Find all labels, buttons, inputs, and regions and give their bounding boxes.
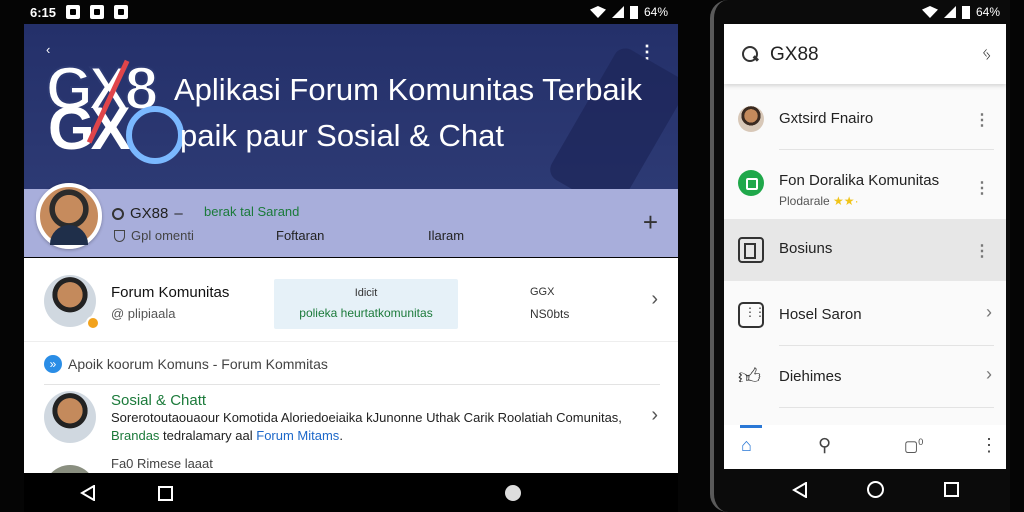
banner-title: Aplikasi Forum Komunitas Terbaik [174,72,643,107]
list-item-diehimes[interactable]: 👍︎ Diehimes › [724,346,1006,408]
forum-stat-2: NS0bts [530,307,570,321]
forum-handle: @ plipiaala [111,306,176,321]
rating-stars: ★★· [833,194,859,208]
battery-icon [961,5,970,19]
gx-icon [112,207,124,220]
home-icon[interactable]: ⌂ [741,435,752,456]
download-icon [90,5,105,19]
thumbs-up-icon: 👍︎ [738,364,761,389]
screenshot-stage: 6:15 64% ‹ ⋮ GX8 GX Aplikasi Forum Komun… [0,0,1024,512]
chevron-right-icon[interactable]: › [651,288,658,311]
tab-foftaran[interactable]: Foftaran [276,228,324,243]
forum-row[interactable]: Forum Komunitas @ plipiaala Idicit polie… [24,258,678,342]
system-nav-right [724,469,1006,512]
nav-home-icon[interactable] [505,485,521,501]
shield-icon [114,229,125,242]
chevron-right-icon[interactable]: › [986,364,992,385]
profile-name: GX88 [130,205,169,222]
nav-recents-icon[interactable] [944,482,959,497]
profile-badge: berak tal Sarand [204,204,300,219]
search-input[interactable]: GX88 [770,44,819,66]
system-nav-left [24,473,678,512]
list-item-hosel[interactable]: Hosel Saron › [724,284,1006,346]
status-bar-left: 6:15 64% [0,0,700,24]
profile-subtitle: Gpl omenti [131,228,194,243]
wifi-icon [921,6,938,18]
nav-back-icon[interactable] [792,482,808,498]
feed-content: Forum Komunitas @ plipiaala Idicit polie… [24,258,678,495]
list-item-community[interactable]: Fon Doralika Komunitas Plodarale ★★· ⋮ [724,152,1006,218]
community-icon [738,170,764,196]
forum-card[interactable]: Idicit polieka heurtatkomunitas [274,279,458,329]
signal-icon [943,6,956,18]
partial-row-text: Fa0 Rimese laaat [111,456,213,471]
apps-icon [738,302,764,328]
search-bar[interactable]: GX88 ᛃ [724,24,1006,84]
list-item-bosiuns[interactable]: Bosiuns ⋮ [724,219,1006,281]
left-phone: 6:15 64% ‹ ⋮ GX8 GX Aplikasi Forum Komun… [24,0,678,512]
social-body: Sorerotoutaouaour Komotida Aloriedoeiaik… [111,410,622,443]
chevron-right-icon[interactable]: › [651,404,658,427]
battery-level: 64% [643,5,668,19]
search-icon [742,46,758,62]
forum-badge-icon [86,316,100,330]
message-icon [114,5,129,19]
window-icon [738,237,764,263]
bottom-nav: ⌂ ⚲ ▢0 ⋮ [724,425,1006,469]
status-bar-right: 64% [714,0,1006,24]
wifi-icon [589,6,606,18]
chevron-right-icon[interactable]: › [986,302,992,323]
app-banner: ‹ ⋮ GX8 GX Aplikasi Forum Komunitas Terb… [24,24,678,189]
user-avatar-icon [738,106,764,132]
profile-strip: GX88 – berak tal Sarand Gpl omenti Fofta… [24,183,678,257]
notifications-icon[interactable]: ▢0 [904,437,923,455]
banner-phone-graphic [545,44,678,189]
divider [44,384,660,385]
more-icon[interactable]: ⋮ [974,241,990,261]
notification-icon [66,5,81,19]
list-item-profile[interactable]: Gxtsird Fnairo ⋮ [724,88,1006,150]
battery-icon [629,5,638,19]
nav-home-icon[interactable] [867,481,884,498]
profile-avatar[interactable] [36,183,102,249]
more-icon[interactable]: ⋮ [980,435,998,456]
app-info-icon: » [44,355,62,373]
tab-ilaram[interactable]: Ilaram [428,228,464,243]
right-phone: 64% GX88 ᛃ Gxtsird Fnairo ⋮ Fon Doralika… [710,0,1010,512]
forum-title: Forum Komunitas [111,284,230,301]
forum-stat-1: GGX [530,286,555,298]
more-icon[interactable]: ⋮ [974,110,990,130]
more-icon[interactable]: ⋮ [974,178,990,198]
social-avatar [44,391,96,443]
voice-icon[interactable]: ᛃ [981,44,992,65]
battery-level: 64% [975,5,1000,19]
app-line: » Apoik koorum Komuns - Forum Kommitas [44,355,328,373]
banner-subtitle: paik paur Sosial & Chat [180,118,504,153]
nav-back-icon[interactable] [80,485,96,501]
search-icon[interactable]: ⚲ [818,435,831,456]
add-icon[interactable]: + [643,207,658,238]
status-time: 6:15 [30,4,57,20]
nav-recents-icon[interactable] [158,486,173,501]
signal-icon [611,6,624,18]
right-screen: GX88 ᛃ Gxtsird Fnairo ⋮ Fon Doralika Kom… [724,24,1006,469]
social-title: Sosial & Chatt [111,392,207,409]
